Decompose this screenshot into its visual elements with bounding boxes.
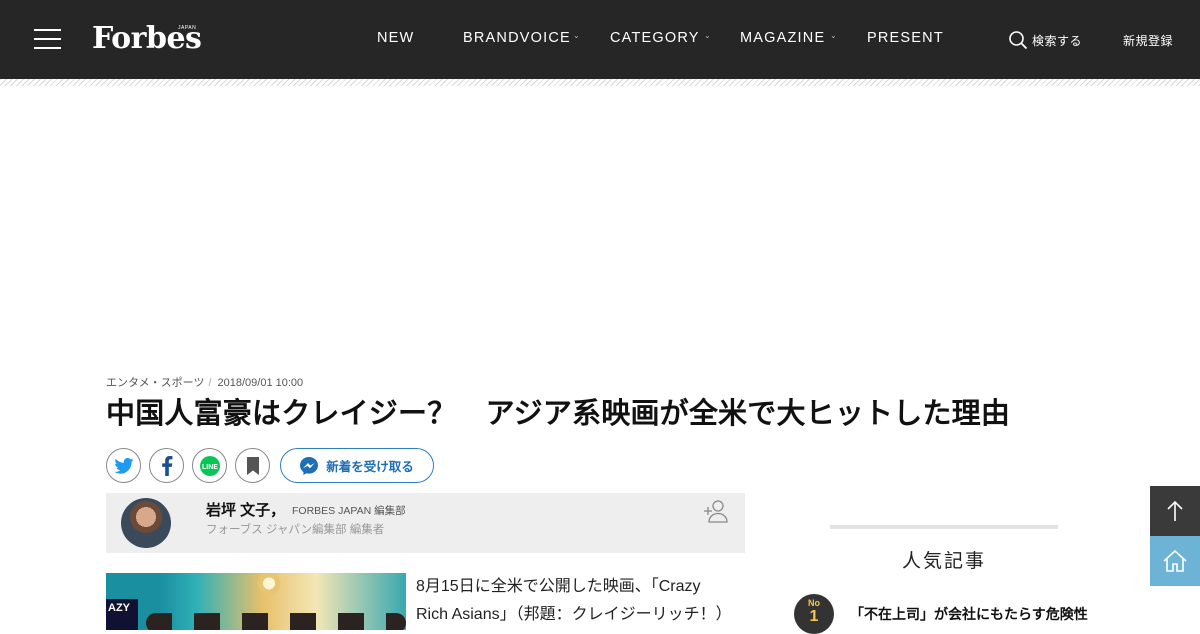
rank-badge: No 1 [794, 594, 834, 634]
chevron-down-icon: ⌄ [573, 31, 580, 40]
body-line: Rich Asians」（邦題：クレイジーリッチ！） [416, 606, 732, 623]
line-icon: LINE [199, 455, 220, 476]
article-body: 8月15日に全米で公開した映画、「Crazy Rich Asians」（邦題：ク… [416, 573, 746, 629]
home-button[interactable] [1150, 536, 1200, 586]
author-name[interactable]: 岩坪 文子， [206, 499, 285, 520]
author-org: FORBES JAPAN 編集部 [292, 505, 406, 517]
share-facebook-button[interactable] [149, 448, 184, 483]
chevron-down-icon: ⌄ [704, 31, 711, 40]
cast-silhouettes [146, 613, 406, 630]
category-link[interactable]: エンタメ・スポーツ [106, 377, 204, 389]
svg-text:LINE: LINE [202, 463, 218, 470]
home-icon [1163, 550, 1187, 572]
nav-category[interactable]: CATEGORY [610, 30, 700, 46]
bookmark-icon [246, 456, 259, 475]
article-meta: エンタメ・スポーツ / 2018/09/01 10:00 [106, 374, 303, 390]
search-button[interactable]: 検索する [1008, 30, 1082, 50]
author-avatar[interactable] [121, 498, 171, 548]
header-divider [0, 79, 1200, 86]
search-icon [1009, 31, 1028, 50]
bookmark-button[interactable] [235, 448, 270, 483]
breadcrumb-separator: / [208, 377, 212, 389]
body-line: 8月15日に全米で公開した映画、「Crazy [416, 578, 701, 595]
rank-no-label: No [808, 598, 820, 608]
sidebar-rule [830, 525, 1058, 529]
subscribe-label: 新着を受け取る [326, 460, 414, 474]
facebook-icon [161, 455, 172, 476]
rank-number: 1 [809, 608, 819, 625]
messenger-icon [300, 456, 319, 475]
forbes-logo[interactable]: Forbes JAPAN [92, 21, 202, 57]
subscribe-messenger-button[interactable]: 新着を受け取る [280, 448, 434, 483]
logo-sub: JAPAN [178, 25, 197, 31]
publish-date: 2018/09/01 10:00 [217, 377, 304, 389]
author-card: 岩坪 文子， FORBES JAPAN 編集部 フォーブス ジャパン編集部 編集… [106, 493, 745, 553]
menu-icon[interactable] [34, 29, 61, 50]
share-twitter-button[interactable] [106, 448, 141, 483]
chandelier-graphic [254, 573, 284, 599]
popular-articles-heading: 人気記事 [901, 551, 986, 572]
chevron-down-icon: ⌄ [830, 31, 837, 40]
search-label: 検索する [1032, 33, 1083, 48]
follow-author-icon[interactable] [703, 499, 729, 523]
twitter-icon [113, 457, 134, 474]
movie-sign-graphic: AZY [106, 599, 138, 630]
share-line-button[interactable]: LINE [192, 448, 227, 483]
nav-new[interactable]: NEW [377, 30, 414, 46]
arrow-up-icon [1167, 500, 1183, 521]
site-header: Forbes JAPAN NEW BRANDVOICE ⌄ CATEGORY ⌄… [0, 0, 1200, 79]
popular-article-link[interactable]: 「不在上司」が会社にもたらす危険性 [850, 604, 1088, 624]
nav-magazine[interactable]: MAGAZINE [740, 30, 825, 46]
scroll-to-top-button[interactable] [1150, 486, 1200, 536]
nav-brandvoice[interactable]: BRANDVOICE [463, 30, 571, 46]
register-link[interactable]: 新規登録 [1123, 32, 1173, 49]
article-hero-image: AZY [106, 573, 406, 630]
nav-present[interactable]: PRESENT [867, 30, 944, 46]
article-title: 中国人富豪はクレイジー？ アジア系映画が全米で大ヒットした理由 [106, 398, 1011, 430]
author-role: フォーブス ジャパン編集部 編集者 [206, 524, 385, 536]
